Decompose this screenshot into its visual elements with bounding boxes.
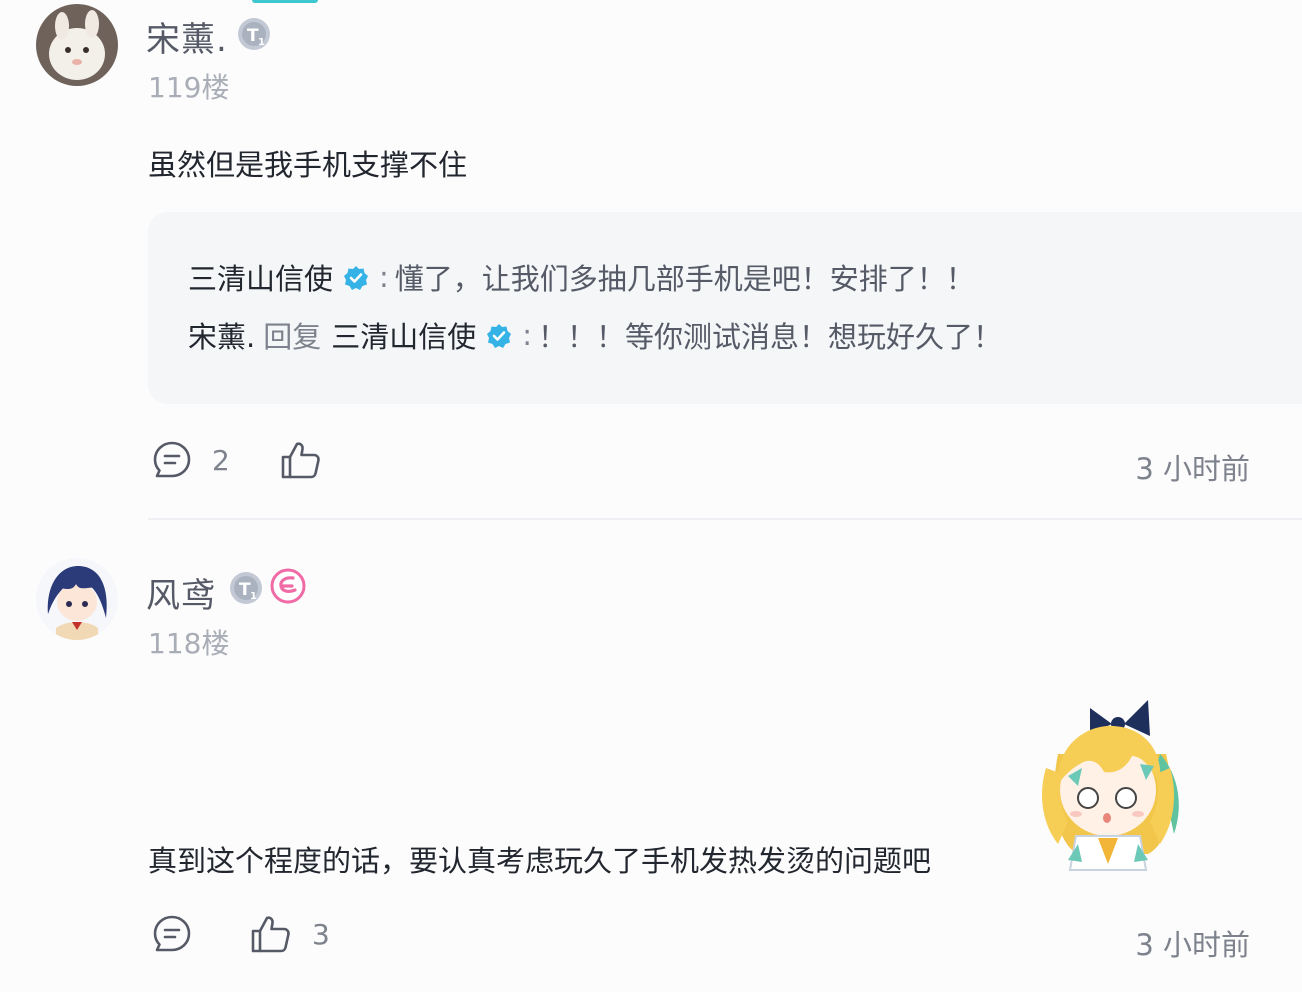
reply-separator: : xyxy=(379,260,389,294)
reply-target[interactable]: 三清山信使 xyxy=(331,314,476,356)
verified-icon xyxy=(343,264,369,290)
avatar[interactable] xyxy=(36,4,118,86)
thumbs-up-icon xyxy=(281,442,320,479)
reply-verb: 回复 xyxy=(263,320,322,354)
comment-feed: 宋薰. T 1 119楼 虽然但是我手机支撑不住 三清山信使 : 懂了，让我们多… xyxy=(0,0,1302,992)
like-count: 3 xyxy=(312,917,330,951)
level-badge-icon: T 1 xyxy=(236,16,272,52)
comment-icon xyxy=(153,915,191,952)
reply-separator: : xyxy=(522,318,533,352)
reply-author[interactable]: 宋薰. xyxy=(188,314,255,356)
comment-item: 宋薰. T 1 119楼 虽然但是我手机支撑不住 三清山信使 : 懂了，让我们多… xyxy=(0,0,1302,520)
comment-icon xyxy=(153,441,191,478)
thumbs-up-icon xyxy=(251,916,290,953)
timestamp: 3 小时前 xyxy=(1135,452,1250,486)
svg-text:1: 1 xyxy=(258,37,265,48)
floor-number: 119楼 xyxy=(148,71,230,104)
reply-text: ！！！等你测试消息！想玩好久了！ xyxy=(538,320,1003,354)
avatar[interactable] xyxy=(36,558,118,640)
replies-box[interactable]: 三清山信使 : 懂了，让我们多抽几部手机是吧！安排了！！ 宋薰. 回复 三清山信… xyxy=(148,212,1302,404)
level-badge-icon: T 1 xyxy=(228,570,264,606)
like-button[interactable] xyxy=(280,440,342,480)
reply-author[interactable]: 三清山信使 xyxy=(188,256,333,298)
reply-item[interactable]: 三清山信使 : 懂了，让我们多抽几部手机是吧！安排了！！ xyxy=(188,256,975,298)
reply-button[interactable]: 2 xyxy=(152,440,230,480)
reply-button[interactable] xyxy=(152,914,212,954)
reply-count: 2 xyxy=(212,443,230,477)
svg-text:1: 1 xyxy=(250,591,257,602)
timestamp: 3 小时前 xyxy=(1135,928,1250,962)
verified-icon xyxy=(486,322,512,348)
username[interactable]: 宋薰. xyxy=(146,12,228,61)
comment-text: 虽然但是我手机支撑不住 xyxy=(148,148,468,182)
anime-sticker xyxy=(1028,694,1188,874)
reply-item[interactable]: 宋薰. 回复 三清山信使 : ！！！等你测试消息！想玩好久了！ xyxy=(188,314,1002,356)
medal-badge-icon xyxy=(270,568,306,604)
username[interactable]: 风鸢 xyxy=(146,568,216,617)
comment-text: 真到这个程度的话，要认真考虑玩久了手机发热发烫的问题吧 xyxy=(148,844,932,878)
floor-number: 118楼 xyxy=(148,627,230,660)
like-button[interactable]: 3 xyxy=(250,914,330,954)
reply-text: 懂了，让我们多抽几部手机是吧！安排了！！ xyxy=(394,262,975,296)
